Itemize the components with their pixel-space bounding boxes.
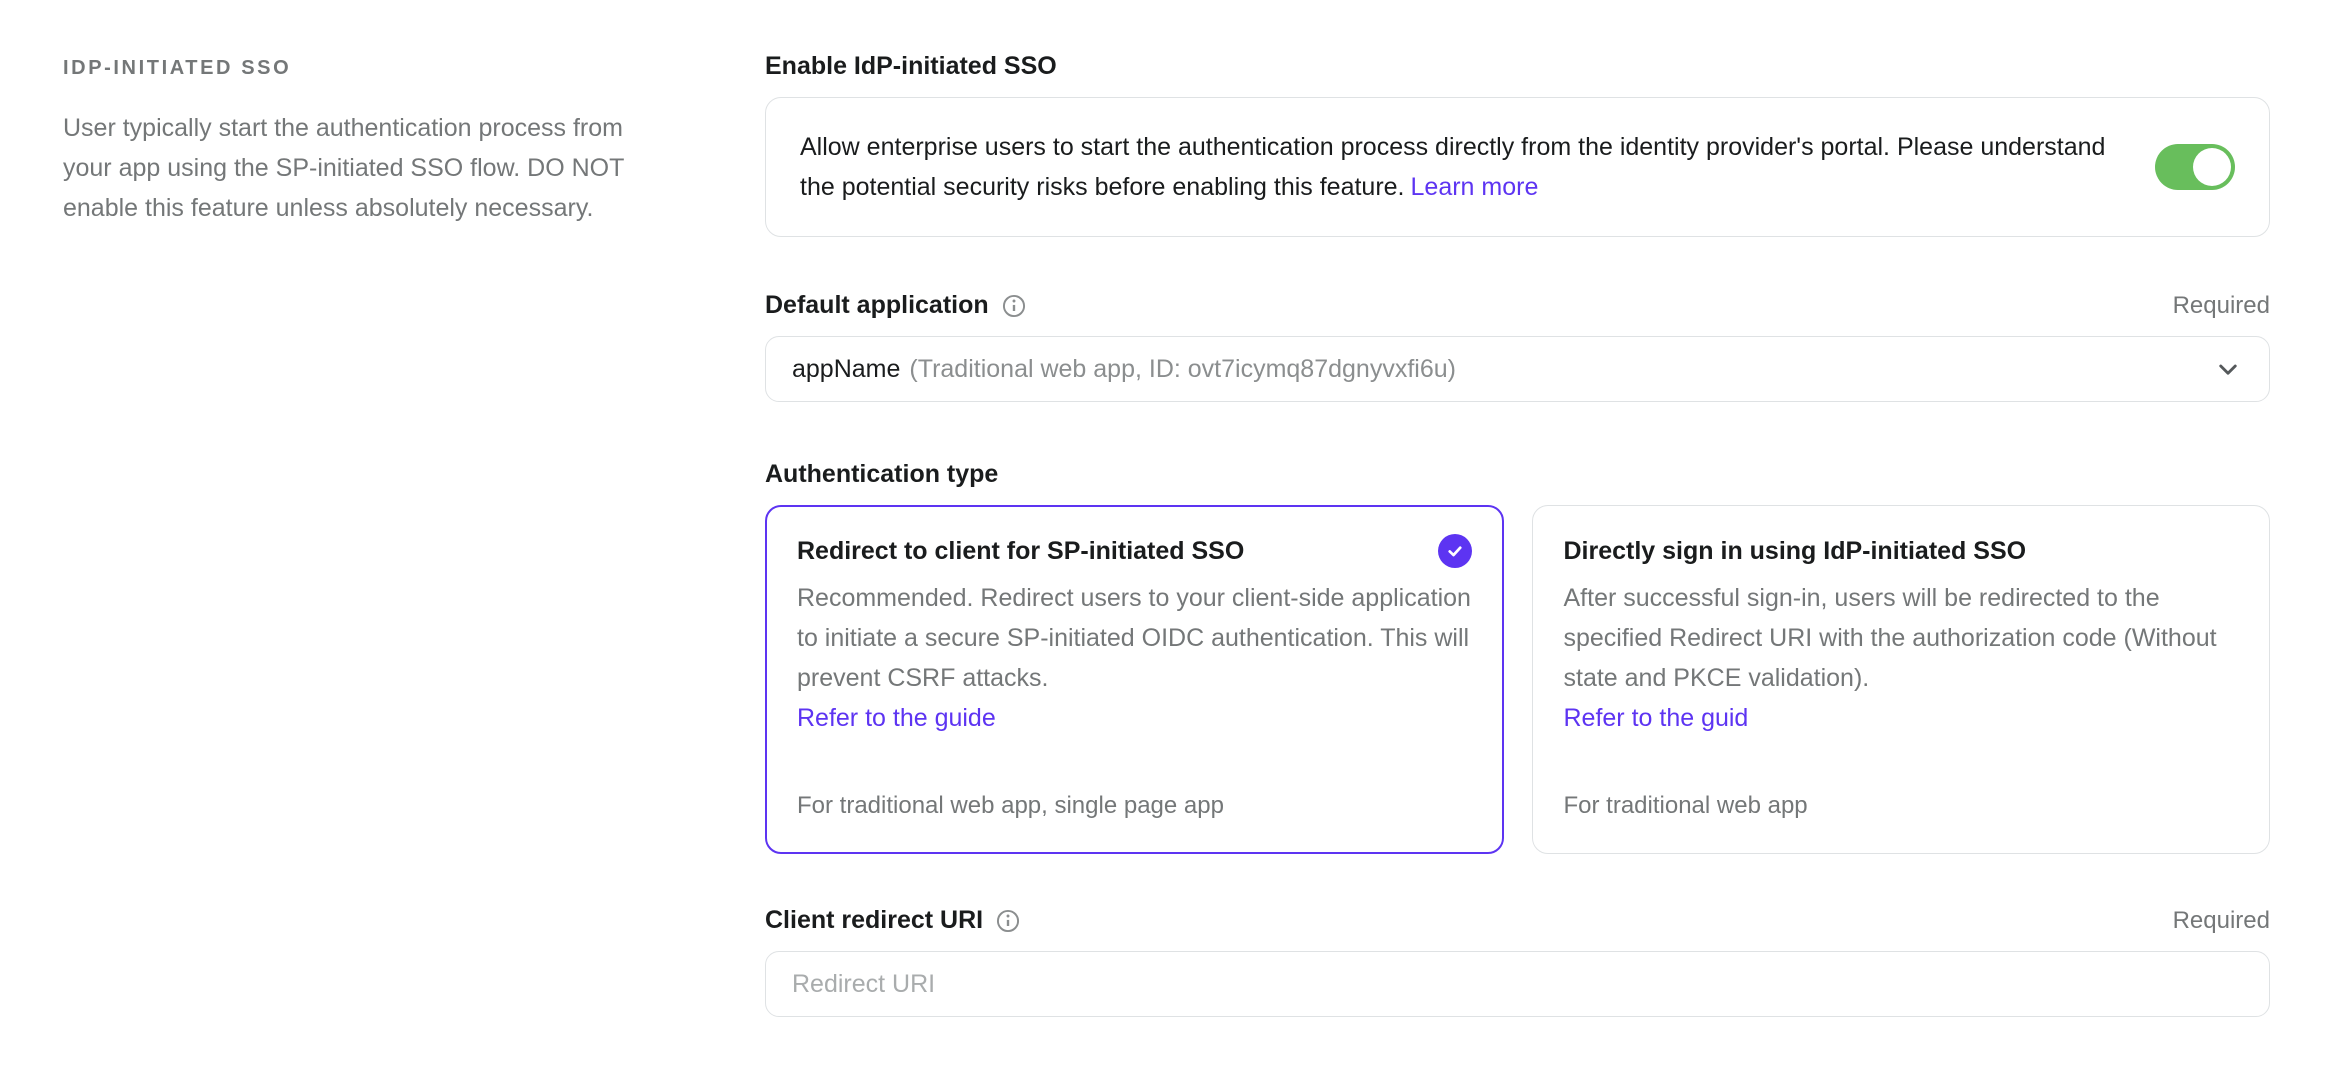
authentication-type-label-row: Authentication type [765, 460, 2270, 489]
option-title: Redirect to client for SP-initiated SSO [797, 537, 1244, 566]
refer-to-guide-link[interactable]: Refer to the guid [1564, 698, 1749, 738]
refer-to-guide-link[interactable]: Refer to the guide [797, 698, 996, 738]
authentication-type-label: Authentication type [765, 460, 998, 489]
client-redirect-uri-label: Client redirect URI [765, 906, 1021, 935]
required-badge: Required [2173, 907, 2270, 935]
redirect-uri-input[interactable] [765, 951, 2270, 1017]
option-footer: For traditional web app, single page app [797, 788, 1472, 824]
chevron-down-icon [2213, 354, 2243, 384]
enable-sso-card: Allow enterprise users to start the auth… [765, 97, 2270, 237]
option-head: Redirect to client for SP-initiated SSO [797, 533, 1472, 569]
section-info-panel: IDP-INITIATED SSO User typically start t… [0, 0, 702, 1070]
settings-form: Enable IdP-initiated SSO Allow enterpris… [702, 0, 2336, 1070]
enable-sso-label: Enable IdP-initiated SSO [765, 52, 1057, 81]
selected-app-name: appName [792, 355, 900, 384]
check-circle-icon [1438, 534, 1472, 568]
option-title: Directly sign in using IdP-initiated SSO [1564, 537, 2027, 566]
info-icon[interactable] [1001, 293, 1027, 319]
default-application-label-row: Default application Required [765, 291, 2270, 320]
selected-app-detail: (Traditional web app, ID: ovt7icymq87dgn… [909, 355, 1456, 384]
authentication-type-options: Redirect to client for SP-initiated SSO … [765, 505, 2270, 854]
option-card-idp-initiated[interactable]: Directly sign in using IdP-initiated SSO… [1532, 505, 2271, 854]
enable-sso-toggle[interactable] [2155, 144, 2235, 190]
client-redirect-uri-label-row: Client redirect URI Required [765, 906, 2270, 935]
option-card-sp-initiated[interactable]: Redirect to client for SP-initiated SSO … [765, 505, 1504, 854]
idp-initiated-sso-settings: IDP-INITIATED SSO User typically start t… [0, 0, 2336, 1070]
option-description: Recommended. Redirect users to your clie… [797, 578, 1472, 698]
option-footer: For traditional web app [1564, 788, 2239, 824]
client-redirect-uri-label-text: Client redirect URI [765, 906, 983, 935]
section-title: IDP-INITIATED SSO [63, 57, 662, 80]
enable-sso-label-row: Enable IdP-initiated SSO [765, 52, 2270, 81]
required-badge: Required [2173, 292, 2270, 320]
info-icon[interactable] [995, 908, 1021, 934]
option-head: Directly sign in using IdP-initiated SSO [1564, 533, 2239, 569]
default-application-label: Default application [765, 291, 1027, 320]
option-description: After successful sign-in, users will be … [1564, 578, 2239, 698]
enable-sso-description: Allow enterprise users to start the auth… [800, 127, 2107, 207]
section-description: User typically start the authentication … [63, 108, 633, 228]
default-application-label-text: Default application [765, 291, 989, 320]
default-application-select[interactable]: appName (Traditional web app, ID: ovt7ic… [765, 336, 2270, 402]
toggle-knob [2193, 148, 2231, 186]
learn-more-link[interactable]: Learn more [1411, 173, 1539, 201]
